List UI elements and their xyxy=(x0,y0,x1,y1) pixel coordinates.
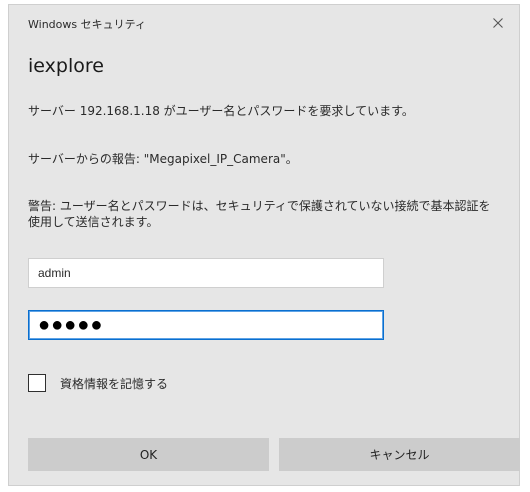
remember-credentials-row[interactable]: 資格情報を記憶する xyxy=(28,372,168,394)
remember-credentials-checkbox[interactable] xyxy=(28,374,46,392)
cancel-button[interactable]: キャンセル xyxy=(279,438,520,471)
credential-dialog: Windows セキュリティ iexplore サーバー 192.168.1.1… xyxy=(8,4,520,486)
realm-message: サーバーからの報告: "Megapixel_IP_Camera"。 xyxy=(28,152,298,166)
ok-button[interactable]: OK xyxy=(28,438,269,471)
password-field[interactable] xyxy=(28,310,384,340)
close-button[interactable] xyxy=(485,11,511,35)
app-name: iexplore xyxy=(28,55,104,77)
title-bar: Windows セキュリティ xyxy=(9,5,519,41)
request-message: サーバー 192.168.1.18 がユーザー名とパスワードを要求しています。 xyxy=(28,104,414,118)
remember-credentials-label: 資格情報を記憶する xyxy=(60,376,169,391)
close-icon xyxy=(493,18,503,28)
window-title: Windows セキュリティ xyxy=(28,18,146,31)
warning-message: 警告: ユーザー名とパスワードは、セキュリティで保護されていない接続で基本認証を… xyxy=(28,199,491,229)
username-field[interactable] xyxy=(28,258,384,288)
